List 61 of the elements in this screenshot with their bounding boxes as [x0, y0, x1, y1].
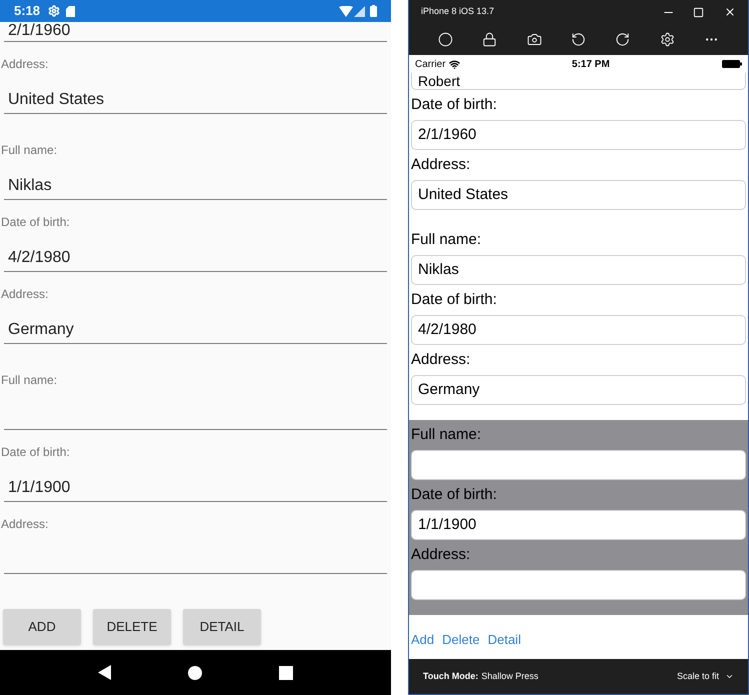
- field-label: Date of birth:: [410, 95, 497, 115]
- text-field[interactable]: 4/2/1980: [4, 232, 387, 272]
- link-button[interactable]: Delete: [442, 630, 480, 650]
- text-field[interactable]: Niklas: [411, 255, 746, 285]
- field-label: Date of birth:: [0, 444, 70, 461]
- field-label: Full name:: [0, 142, 58, 159]
- selected-record[interactable]: Full name: Date of birth: 1/1/1900 Address:: [409, 420, 748, 615]
- touch-mode-label: Touch Mode:: [423, 670, 478, 683]
- text-field[interactable]: 1/1/1900: [411, 510, 746, 540]
- touch-mode-value[interactable]: Shallow Press: [481, 670, 538, 684]
- status-time: 5:17 PM: [572, 58, 610, 72]
- lock-icon[interactable]: [482, 32, 498, 47]
- link-button[interactable]: Detail: [488, 630, 521, 650]
- wifi-icon: [448, 58, 460, 70]
- field-label: Full name:: [0, 372, 58, 389]
- status-time: 5:18: [14, 2, 40, 20]
- action-button[interactable]: ADD: [3, 609, 81, 645]
- text-field[interactable]: 4/2/1980: [411, 315, 746, 345]
- field-label: Full name:: [410, 230, 482, 250]
- rotate-left-icon[interactable]: [570, 32, 586, 47]
- window-title: iPhone 8 iOS 13.7: [421, 5, 494, 18]
- link-button[interactable]: Add: [411, 630, 434, 650]
- field-label: Date of birth:: [410, 485, 497, 505]
- field-label: Address:: [0, 286, 48, 303]
- sd-card-icon: [66, 6, 76, 16]
- chevron-icon[interactable]: [725, 672, 734, 681]
- home-icon[interactable]: [438, 32, 453, 47]
- field-label: Date of birth:: [0, 214, 70, 231]
- text-field[interactable]: Niklas: [4, 160, 387, 200]
- settings-icon: [48, 5, 60, 17]
- text-field[interactable]: Robert: [411, 73, 746, 90]
- field-label: Full name:: [410, 425, 482, 445]
- rotate-right-icon[interactable]: [615, 32, 630, 47]
- field-label: Address:: [0, 56, 48, 73]
- field-label: Address:: [410, 155, 470, 175]
- text-field[interactable]: United States: [411, 180, 746, 210]
- text-field[interactable]: Germany: [411, 375, 746, 405]
- text-field[interactable]: Germany: [4, 304, 387, 344]
- settings-icon[interactable]: [660, 32, 675, 47]
- action-button[interactable]: DETAIL: [183, 609, 261, 645]
- close-icon[interactable]: [724, 6, 736, 18]
- text-field[interactable]: 1/1/1900: [4, 462, 387, 502]
- carrier-label: Carrier: [415, 58, 446, 72]
- field-label: Address:: [0, 516, 48, 533]
- wifi-icon: [339, 6, 353, 16]
- home-icon[interactable]: [188, 666, 202, 680]
- field-label: Address:: [410, 350, 470, 370]
- signal-icon: [354, 6, 365, 16]
- field-label: Date of birth:: [410, 290, 497, 310]
- back-icon[interactable]: [98, 665, 112, 680]
- maximize-icon[interactable]: [693, 6, 704, 18]
- camera-icon[interactable]: [526, 32, 542, 47]
- scale-dropdown[interactable]: Scale to fit: [676, 670, 719, 684]
- field-label: Address:: [410, 545, 470, 565]
- recents-icon[interactable]: [278, 666, 293, 680]
- text-field[interactable]: 2/1/1960: [4, 22, 387, 42]
- battery-icon: [370, 5, 377, 17]
- text-field[interactable]: United States: [4, 74, 387, 114]
- action-button[interactable]: DELETE: [93, 609, 171, 645]
- battery-icon: [722, 60, 742, 68]
- text-field[interactable]: 2/1/1960: [411, 120, 746, 150]
